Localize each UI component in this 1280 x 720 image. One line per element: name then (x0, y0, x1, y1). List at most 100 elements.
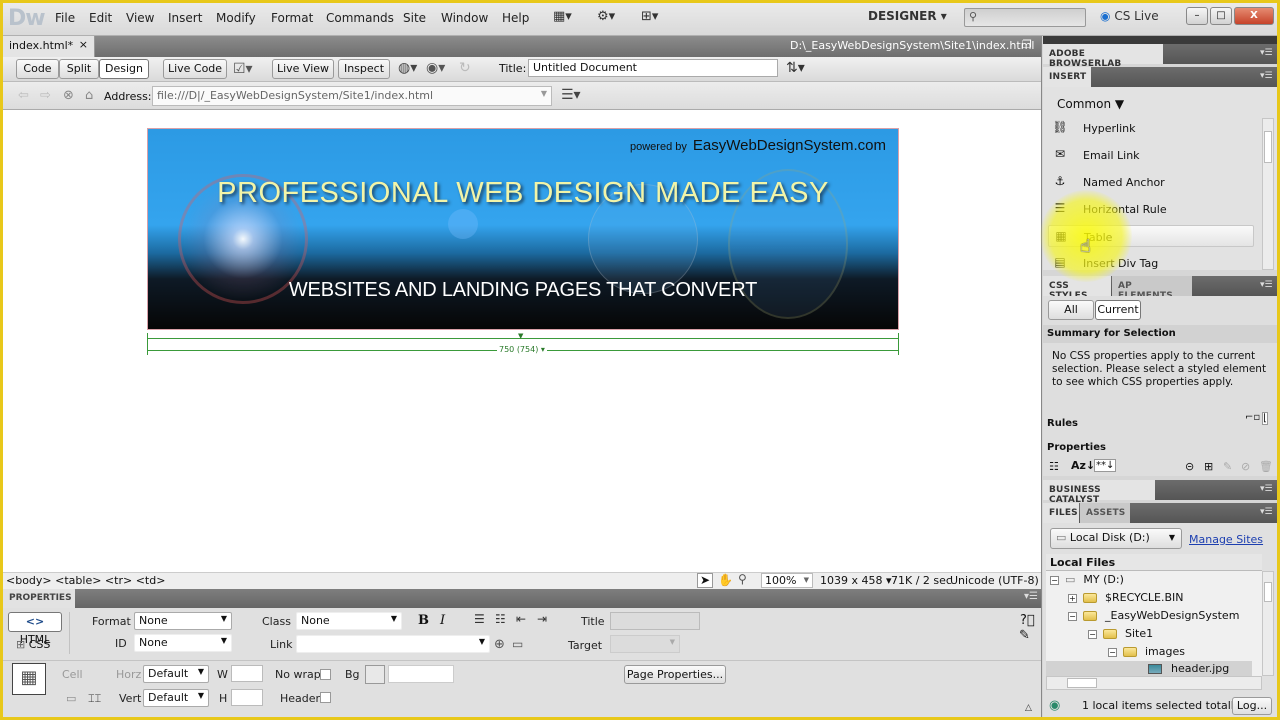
site-icon[interactable]: ⊞▾ (641, 9, 658, 24)
refresh-icon[interactable]: ↻ (459, 60, 471, 76)
check-browser-icon[interactable]: ☑▾ (233, 61, 253, 77)
browse-options-icon[interactable]: ☰▾ (561, 87, 581, 103)
table-width-label[interactable]: 750 (754) ▾ (497, 345, 547, 354)
log-button[interactable]: Log... (1232, 697, 1272, 715)
restore-document-icon[interactable]: ❐ (1022, 38, 1032, 51)
collapse-icon[interactable]: △ (1025, 703, 1032, 713)
menu-view[interactable]: View (126, 11, 154, 25)
tree-node-folder[interactable]: − _EasyWebDesignSystem (1068, 609, 1239, 622)
properties-tab[interactable]: PROPERTIES (3, 589, 75, 608)
panel-menu-icon[interactable]: ▾☰ (1260, 71, 1273, 81)
document-tab[interactable]: index.html* × (3, 36, 95, 57)
point-to-file-icon[interactable]: ⊕ (494, 637, 505, 652)
css-mode-button[interactable]: ⊞ CSS (16, 638, 50, 651)
width-field[interactable] (231, 665, 263, 682)
header-banner-image[interactable]: powered by EasyWebDesignSystem.com PROFES… (147, 128, 899, 330)
id-select[interactable]: None ▼ (134, 634, 232, 652)
chevron-down-icon[interactable]: ▼ (541, 89, 547, 98)
menu-window[interactable]: Window (441, 11, 488, 25)
panel-menu-icon[interactable]: ▾☰ (1260, 48, 1273, 58)
menu-help[interactable]: Help (502, 11, 529, 25)
inspect-button[interactable]: Inspect (338, 59, 390, 79)
hand-tool-icon[interactable]: ✋ (718, 573, 733, 587)
maximize-button[interactable]: □ (1210, 7, 1232, 25)
collapse-icon[interactable]: − (1108, 647, 1117, 657)
file-management-icon[interactable]: ⇅▾ (786, 60, 805, 76)
close-button[interactable]: X (1234, 7, 1274, 25)
title-prop-field[interactable] (610, 612, 700, 630)
zoom-select[interactable]: 100% ▼ (761, 573, 813, 588)
menu-insert[interactable]: Insert (168, 11, 202, 25)
title-field[interactable]: Untitled Document (528, 59, 778, 77)
tree-node-folder[interactable]: + $RECYCLE.BIN (1068, 591, 1183, 604)
collapse-icon[interactable]: − (1050, 575, 1059, 585)
outdent-icon[interactable]: ⇤ (516, 612, 526, 626)
italic-button[interactable]: I (440, 613, 445, 628)
tag-selector[interactable]: <body> <table> <tr> <td> (6, 574, 165, 587)
help-icon[interactable]: ?⃝ (1020, 613, 1035, 628)
indent-icon[interactable]: ⇥ (537, 612, 547, 626)
class-select[interactable]: None ▼ (296, 612, 402, 630)
table-header-menu-icon[interactable]: ▼ (518, 332, 523, 340)
live-view-button[interactable]: Live View (272, 59, 334, 79)
ap-elements-tab[interactable]: AP ELEMENTS (1112, 276, 1192, 301)
header-checkbox[interactable] (320, 692, 331, 703)
insert-category-select[interactable]: Common ▼ (1057, 97, 1124, 111)
unordered-list-icon[interactable]: ☰ (474, 612, 485, 626)
minimize-button[interactable]: – (1186, 7, 1208, 25)
format-select[interactable]: None ▼ (134, 612, 232, 630)
insert-item-hyperlink[interactable]: ⛓ Hyperlink (1048, 117, 1254, 139)
back-icon[interactable]: ⇦ (18, 88, 29, 103)
browserlab-tab[interactable]: ADOBE BROWSERLAB (1043, 44, 1163, 69)
assets-tab[interactable]: ASSETS (1080, 503, 1130, 523)
search-input[interactable]: ⚲ (964, 8, 1086, 27)
quick-tag-editor-icon[interactable]: ✎ (1019, 628, 1030, 643)
files-horizontal-scrollbar[interactable] (1046, 676, 1262, 690)
alpha-view-icon[interactable]: Az↓ (1071, 459, 1095, 472)
visual-aids-icon[interactable]: ◉▾ (426, 60, 445, 76)
bold-button[interactable]: B (418, 613, 429, 628)
vert-select[interactable]: Default ▼ (143, 689, 209, 707)
link-field[interactable]: ▼ (296, 635, 490, 653)
gear-icon[interactable]: ⚙▾ (597, 9, 615, 24)
attach-stylesheet-icon[interactable]: ⊝ (1185, 460, 1194, 473)
about-view-icon[interactable]: ⌊ (1262, 412, 1268, 425)
tree-node-folder[interactable]: − images (1108, 645, 1185, 658)
menu-file[interactable]: File (55, 11, 75, 25)
browse-folder-icon[interactable]: ▭ (512, 637, 523, 651)
nowrap-checkbox[interactable] (320, 669, 331, 680)
set-properties-icon[interactable]: **↓ (1094, 459, 1117, 472)
address-field[interactable]: file:///D|/_EasyWebDesignSystem/Site1/in… (152, 86, 552, 106)
html-mode-button[interactable]: <> HTML (8, 612, 62, 646)
insert-item-named-anchor[interactable]: ⚓ Named Anchor (1048, 171, 1254, 193)
split-view-button[interactable]: Split (59, 59, 99, 79)
horz-select[interactable]: Default ▼ (143, 665, 209, 683)
design-view-button[interactable]: Design (99, 59, 149, 79)
expand-icon[interactable]: + (1068, 593, 1077, 603)
delete-rule-icon[interactable]: 🗑 (1259, 460, 1273, 473)
scrollbar-thumb[interactable] (1264, 131, 1272, 163)
insert-item-email-link[interactable]: ✉ Email Link (1048, 144, 1254, 166)
cs-live-button[interactable]: ◉ CS Live (1100, 9, 1159, 23)
cascade-view-icon[interactable]: ⌐▫ (1245, 412, 1260, 423)
scrollbar-thumb[interactable] (1067, 678, 1097, 688)
menu-modify[interactable]: Modify (216, 11, 256, 25)
panel-menu-icon[interactable]: ▾☰ (1260, 507, 1273, 517)
new-rule-icon[interactable]: ⊞ (1204, 460, 1213, 473)
dock-collapse-bar[interactable] (1043, 36, 1277, 44)
live-code-button[interactable]: Live Code (163, 59, 227, 79)
panel-menu-icon[interactable]: ▾☰ (1260, 484, 1273, 494)
menu-format[interactable]: Format (271, 11, 313, 25)
files-vertical-scrollbar[interactable] (1262, 571, 1274, 676)
file-activity-icon[interactable]: ◉ (1049, 698, 1060, 713)
disable-rule-icon[interactable]: ⊘ (1241, 460, 1250, 473)
target-select[interactable]: ▼ (610, 635, 680, 653)
panel-menu-icon[interactable]: ▾☰ (1024, 591, 1038, 602)
edit-rule-icon[interactable]: ✎ (1223, 460, 1232, 473)
workspace-switcher[interactable]: DESIGNER ▾ (868, 9, 947, 23)
panel-menu-icon[interactable]: ▾☰ (1260, 280, 1273, 290)
page-properties-button[interactable]: Page Properties... (624, 665, 726, 684)
css-current-button[interactable]: Current (1095, 300, 1141, 320)
split-cell-icon[interactable]: ⌶⌶ (88, 692, 101, 706)
forward-icon[interactable]: ⇨ (40, 88, 51, 103)
